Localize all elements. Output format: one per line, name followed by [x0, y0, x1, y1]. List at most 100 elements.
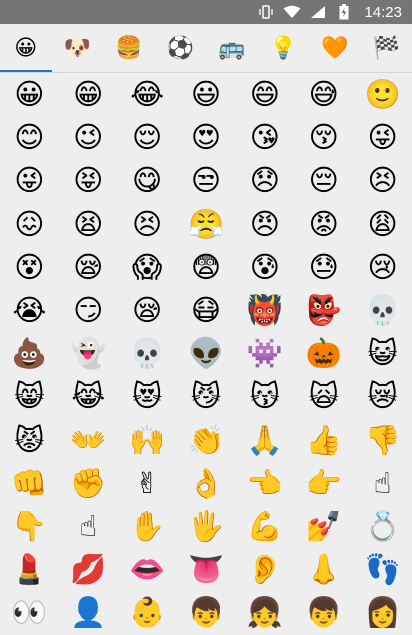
emoji-key[interactable]: 👀	[0, 591, 59, 634]
emoji-key[interactable]: 😋	[118, 159, 177, 202]
emoji-key[interactable]: 👦	[294, 591, 353, 634]
emoji-key[interactable]: ✊	[59, 462, 118, 505]
emoji-key[interactable]: 😘	[235, 116, 294, 159]
emoji-key[interactable]: 😣	[118, 203, 177, 246]
emoji-key[interactable]: 😅	[294, 73, 353, 116]
emoji-key[interactable]: 👏	[177, 419, 236, 462]
emoji-key[interactable]: 😣	[353, 159, 412, 202]
emoji-key[interactable]: 🎃	[294, 332, 353, 375]
emoji-key[interactable]: 😿	[353, 375, 412, 418]
emoji-key[interactable]: 🙏	[235, 419, 294, 462]
emoji-key[interactable]: 👅	[177, 548, 236, 591]
emoji-key[interactable]: ✋	[118, 505, 177, 548]
emoji-key[interactable]: 😵	[0, 246, 59, 289]
emoji-key[interactable]: 😼	[177, 375, 236, 418]
emoji-key[interactable]: 😫	[59, 203, 118, 246]
emoji-key[interactable]: 💋	[59, 548, 118, 591]
emoji-key[interactable]: 👩	[353, 591, 412, 634]
emoji-key[interactable]: 👶	[118, 591, 177, 634]
emoji-key[interactable]: 😜	[0, 159, 59, 202]
emoji-key[interactable]: 😸	[0, 375, 59, 418]
tab-activity[interactable]: ⚽	[155, 24, 207, 72]
emoji-key[interactable]: 👌	[177, 462, 236, 505]
tab-animals-icon: 🐶	[63, 35, 91, 61]
emoji-key[interactable]: 🙂	[353, 73, 412, 116]
emoji-key[interactable]: 😱	[118, 246, 177, 289]
emoji-key[interactable]: 😨	[177, 246, 236, 289]
emoji-key[interactable]: 😭	[0, 289, 59, 332]
emoji-key[interactable]: 👉	[294, 462, 353, 505]
emoji-key[interactable]: 💄	[0, 548, 59, 591]
emoji-key[interactable]: 👤	[59, 591, 118, 634]
emoji-key[interactable]: 👃	[294, 548, 353, 591]
emoji-key[interactable]: 😓	[294, 246, 353, 289]
emoji-key[interactable]: 👹	[235, 289, 294, 332]
emoji-key[interactable]: 😻	[118, 375, 177, 418]
emoji-key[interactable]: 💍	[353, 505, 412, 548]
emoji-key[interactable]: 😀	[0, 73, 59, 116]
emoji-key[interactable]: 👻	[59, 332, 118, 375]
emoji-key[interactable]: 😹	[59, 375, 118, 418]
emoji-key[interactable]: 😪	[118, 289, 177, 332]
emoji-key[interactable]: 😍	[177, 116, 236, 159]
emoji-key[interactable]: 😄	[235, 73, 294, 116]
emoji-key[interactable]: 😊	[0, 116, 59, 159]
emoji-key[interactable]: 😜	[353, 116, 412, 159]
emoji-key[interactable]: 😤	[177, 203, 236, 246]
emoji-key[interactable]: 👐	[59, 419, 118, 462]
tab-animals[interactable]: 🐶	[52, 24, 104, 72]
emoji-key[interactable]: 😖	[0, 203, 59, 246]
emoji-key[interactable]: 🖐	[177, 505, 236, 548]
emoji-key[interactable]: ☝	[353, 462, 412, 505]
emoji-key[interactable]: 😪	[59, 246, 118, 289]
tab-symbols[interactable]: 🧡	[309, 24, 361, 72]
emoji-key[interactable]: 💅	[294, 505, 353, 548]
emoji-key[interactable]: 👦	[177, 591, 236, 634]
emoji-key[interactable]: 👺	[294, 289, 353, 332]
emoji-key[interactable]: 👽	[177, 332, 236, 375]
emoji-key[interactable]: 💀	[353, 289, 412, 332]
emoji-key[interactable]: 😒	[177, 159, 236, 202]
emoji-key[interactable]: 😝	[59, 159, 118, 202]
tab-flags[interactable]: 🏁	[361, 24, 412, 72]
emoji-key[interactable]: 👂	[235, 548, 294, 591]
emoji-key[interactable]: 😩	[353, 203, 412, 246]
emoji-key[interactable]: 👇	[0, 505, 59, 548]
emoji-key[interactable]: 👊	[0, 462, 59, 505]
emoji-key[interactable]: 😢	[353, 246, 412, 289]
emoji-key[interactable]: 💪	[235, 505, 294, 548]
emoji-key[interactable]: 😁	[59, 73, 118, 116]
emoji-key[interactable]: 😞	[235, 159, 294, 202]
emoji-key[interactable]: 👾	[235, 332, 294, 375]
emoji-key[interactable]: 👄	[118, 548, 177, 591]
emoji-key[interactable]: 😏	[59, 289, 118, 332]
emoji-key[interactable]: 💩	[0, 332, 59, 375]
emoji-key[interactable]: 👎	[353, 419, 412, 462]
emoji-key[interactable]: 😔	[294, 159, 353, 202]
emoji-key[interactable]: 🙌	[118, 419, 177, 462]
emoji-key[interactable]: 😷	[177, 289, 236, 332]
emoji-key[interactable]: 🙀	[294, 375, 353, 418]
emoji-key[interactable]: 😰	[235, 246, 294, 289]
emoji-key[interactable]: 😽	[235, 375, 294, 418]
emoji-key[interactable]: ☝	[59, 505, 118, 548]
emoji-key[interactable]: 👈	[235, 462, 294, 505]
tab-objects[interactable]: 💡	[258, 24, 310, 72]
emoji-key[interactable]: 👍	[294, 419, 353, 462]
emoji-key[interactable]: 💀	[118, 332, 177, 375]
emoji-key[interactable]: ✌	[118, 462, 177, 505]
emoji-key[interactable]: 😉	[59, 116, 118, 159]
emoji-key[interactable]: 😚	[294, 116, 353, 159]
emoji-key[interactable]: 😌	[118, 116, 177, 159]
emoji-key[interactable]: 😺	[353, 332, 412, 375]
tab-travel[interactable]: 🚌	[206, 24, 258, 72]
emoji-key[interactable]: 😂	[118, 73, 177, 116]
emoji-key[interactable]: 😠	[235, 203, 294, 246]
emoji-key[interactable]: 👣	[353, 548, 412, 591]
emoji-key[interactable]: 👧	[235, 591, 294, 634]
emoji-key[interactable]: 😡	[294, 203, 353, 246]
emoji-key[interactable]: 😾	[0, 419, 59, 462]
tab-smileys[interactable]: 😀	[0, 24, 52, 72]
tab-food[interactable]: 🍔	[103, 24, 155, 72]
emoji-key[interactable]: 😃	[177, 73, 236, 116]
